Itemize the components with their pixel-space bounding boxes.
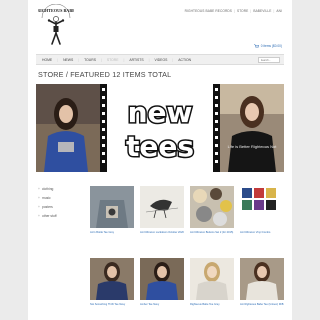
- category-label: clothing: [42, 186, 54, 191]
- product-image: [240, 258, 284, 300]
- product-title[interactable]: Ani DiFranco Buttons Set 2 (for 2015): [190, 231, 234, 234]
- product-card[interactable]: Not Something Thrift Tee Navy: [90, 258, 134, 306]
- category-label: posters: [42, 204, 53, 209]
- nav-item-action[interactable]: ACTION: [178, 58, 191, 62]
- page-container: RIGHTEOUS BABE RIGHTEOUS BABE RECORDS | ST…: [28, 0, 292, 320]
- cart-label: 0 items ($0.00): [260, 44, 282, 48]
- top-link-separator: |: [234, 9, 235, 13]
- product-image: [240, 186, 284, 228]
- product-image: [190, 258, 234, 300]
- nav-item-news[interactable]: NEWS: [63, 58, 73, 62]
- top-link-store[interactable]: STORE: [237, 9, 248, 13]
- righteous-babe-logo[interactable]: RIGHTEOUS BABE: [38, 4, 74, 48]
- product-title[interactable]: Ani DiFranco Vinyl Combo: [240, 231, 284, 234]
- product-card[interactable]: Ani DiFranco Lockdown October 2020: [140, 186, 184, 234]
- category-label: other stuff: [42, 213, 57, 218]
- hero-photo-left: [36, 84, 100, 172]
- product-image: [140, 186, 184, 228]
- hero-new-tees-graphic: new tees: [124, 95, 195, 165]
- product-card[interactable]: Ani DiFranco Vinyl Combo: [240, 186, 284, 234]
- hero-line1: new: [128, 96, 193, 129]
- top-link-records[interactable]: RIGHTEOUS BABE RECORDS: [185, 9, 232, 13]
- product-card[interactable]: Ani's Bottle Tee Grey: [90, 186, 134, 234]
- product-card[interactable]: Amber Tee Navy: [140, 258, 184, 306]
- top-link-babeville[interactable]: BABEVILLE: [253, 9, 271, 13]
- film-strip-left: [100, 84, 107, 172]
- product-image: [90, 258, 134, 300]
- category-music[interactable]: + music: [38, 193, 57, 202]
- hero-photo-right: Life is Better Righteous Not: [220, 84, 284, 172]
- product-card[interactable]: Ani Righteous Babe Tee (Unisex) M/B: [240, 258, 284, 306]
- nav-divider: |: [78, 58, 80, 62]
- nav-divider: |: [172, 58, 174, 62]
- svg-text:RIGHTEOUS BABE: RIGHTEOUS BABE: [38, 8, 74, 13]
- nav-divider: |: [123, 58, 125, 62]
- nav-item-home[interactable]: HOME: [42, 58, 52, 62]
- product-image: [90, 186, 134, 228]
- cart-link[interactable]: 0 items ($0.00): [253, 44, 282, 48]
- top-links: RIGHTEOUS BABE RECORDS | STORE | BABEVILLE | A…: [185, 9, 282, 13]
- product-title[interactable]: Not Something Thrift Tee Navy: [90, 303, 134, 306]
- nav-divider: |: [148, 58, 150, 62]
- product-card[interactable]: Righteous Babe Tee Grey: [190, 258, 234, 306]
- category-sidebar: + clothing + music + posters + other stuff: [38, 184, 57, 220]
- top-link-separator: |: [273, 9, 275, 13]
- product-image: [140, 258, 184, 300]
- page-title: STORE / FEATURED 12 ITEMS TOTAL: [38, 70, 172, 79]
- cart-icon: [253, 44, 259, 48]
- hero-banner[interactable]: new tees Life is Better Righteous Not: [36, 84, 284, 172]
- category-other-stuff[interactable]: + other stuff: [38, 211, 57, 220]
- product-card[interactable]: Ani DiFranco Buttons Set 2 (for 2015): [190, 186, 234, 234]
- main-nav: HOME | NEWS | TOURS | STORE | ARTISTS | VIDEOS | ACT…: [36, 54, 284, 65]
- category-label: music: [42, 195, 51, 200]
- nav-item-tours[interactable]: TOURS: [84, 58, 96, 62]
- nav-divider: |: [100, 58, 102, 62]
- search-input[interactable]: [258, 57, 280, 63]
- hero-shirt-text: Life is Better Righteous Not: [228, 144, 278, 149]
- product-title[interactable]: Ani Righteous Babe Tee (Unisex) M/B: [240, 303, 284, 306]
- nav-item-artists[interactable]: ARTISTS: [129, 58, 143, 62]
- product-image: [190, 186, 234, 228]
- film-strip-right: [213, 84, 220, 172]
- top-link-separator: |: [250, 9, 252, 13]
- category-clothing[interactable]: + clothing: [38, 184, 57, 193]
- product-title[interactable]: Ani DiFranco Lockdown October 2020: [140, 231, 184, 234]
- product-title[interactable]: Amber Tee Navy: [140, 303, 184, 306]
- product-title[interactable]: Righteous Babe Tee Grey: [190, 303, 234, 306]
- category-posters[interactable]: + posters: [38, 202, 57, 211]
- nav-item-videos[interactable]: VIDEOS: [155, 58, 168, 62]
- nav-item-store[interactable]: STORE: [107, 58, 119, 62]
- top-link-ani[interactable]: ANI: [276, 9, 282, 13]
- hero-line2: tees: [126, 130, 194, 163]
- product-title[interactable]: Ani's Bottle Tee Grey: [90, 231, 134, 234]
- nav-divider: |: [57, 58, 59, 62]
